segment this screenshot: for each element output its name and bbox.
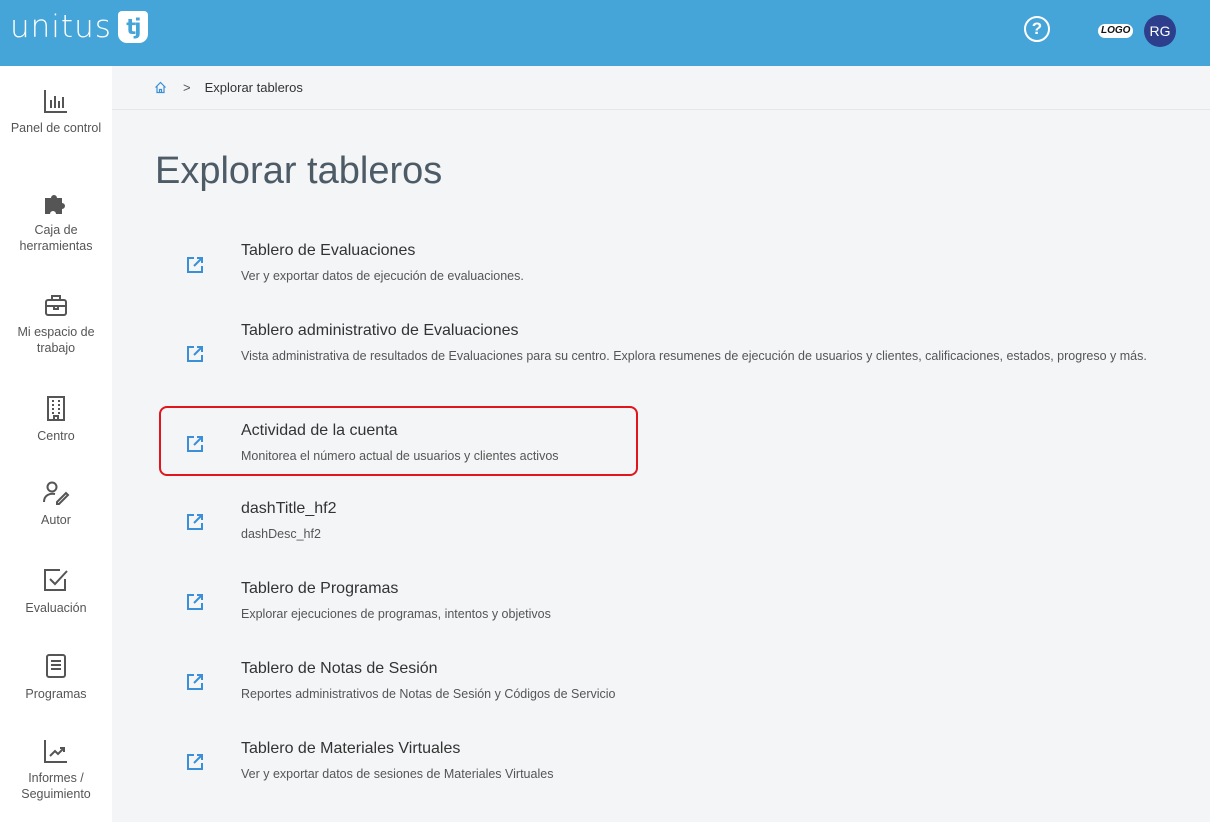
checkbox-icon: [44, 569, 68, 591]
sidebar-item-label: Panel de control: [10, 121, 102, 135]
dashboard-description: Ver y exportar datos de ejecución de eva…: [241, 269, 524, 283]
sidebar-item-panel-de-control[interactable]: Panel de control: [0, 88, 112, 136]
dashboard-description: Ver y exportar datos de sesiones de Mate…: [241, 767, 554, 781]
brand-logo: LOGO: [1098, 24, 1134, 38]
home-icon[interactable]: [154, 81, 167, 94]
sidebar-item-informes-seguimiento[interactable]: Informes / Seguimiento: [0, 738, 112, 802]
sidebar-item-label: Autor: [41, 513, 71, 527]
user-pen-icon: [43, 481, 70, 505]
sidebar-item-label: Programas: [25, 687, 87, 701]
external-link-icon: [187, 346, 203, 362]
breadcrumb-separator: >: [183, 80, 191, 95]
logo-text: unitus: [10, 9, 112, 45]
dashboard-title[interactable]: Tablero de Programas: [241, 580, 398, 598]
sidebar-item-mi-espacio-de-trabajo[interactable]: Mi espacio de trabajo: [0, 292, 112, 356]
bar-chart-icon: [44, 90, 67, 113]
building-icon: [47, 396, 65, 421]
external-link-icon: [187, 514, 203, 530]
dashboard-description: dashDesc_hf2: [241, 527, 321, 541]
puzzle-icon: [45, 195, 65, 214]
dashboard-description: Explorar ejecuciones de programas, inten…: [241, 607, 551, 621]
sidebar-item-evaluacion[interactable]: Evaluación: [0, 566, 112, 616]
help-icon[interactable]: ?: [1024, 16, 1050, 42]
logo-mark-text: tj: [126, 15, 141, 39]
dashboard-title[interactable]: dashTitle_hf2: [241, 500, 336, 518]
dashboard-title[interactable]: Tablero de Evaluaciones: [241, 242, 415, 260]
sidebar-item-label: Evaluación: [25, 601, 87, 615]
logo-mark-icon: tj: [117, 11, 148, 43]
sidebar-item-centro[interactable]: Centro: [0, 394, 112, 444]
help-glyph: ?: [1031, 19, 1043, 38]
dashboard-item[interactable]: Tablero de Notas de Sesión Reportes admi…: [160, 660, 1205, 704]
breadcrumb-current: Explorar tableros: [204, 80, 303, 95]
dashboard-item[interactable]: Tablero de Materiales Virtuales Ver y ex…: [160, 740, 1205, 784]
page-title: Explorar tableros: [155, 150, 443, 192]
external-link-icon: [187, 754, 203, 770]
dashboard-item[interactable]: Tablero de Programas Explorar ejecucione…: [160, 580, 1205, 624]
briefcase-icon: [45, 295, 67, 316]
sidebar-item-label: Caja de herramientas: [19, 223, 93, 253]
top-bar: unitus tj ? LOGO RG: [0, 0, 1210, 66]
highlight-box: [159, 406, 638, 476]
dashboard-title[interactable]: Tablero de Notas de Sesión: [241, 660, 438, 678]
sidebar-item-label: Centro: [37, 429, 75, 443]
dashboard-item[interactable]: Tablero administrativo de Evaluaciones V…: [160, 322, 1205, 386]
breadcrumb: > Explorar tableros: [112, 66, 1210, 110]
dashboard-item[interactable]: dashTitle_hf2 dashDesc_hf2: [160, 500, 1205, 544]
dashboard-description: Vista administrativa de resultados de Ev…: [241, 349, 1147, 363]
trend-chart-icon: [44, 740, 67, 763]
external-link-icon: [187, 674, 203, 690]
unitus-logo[interactable]: unitus tj: [10, 7, 148, 47]
sidebar-item-label: Mi espacio de trabajo: [17, 325, 95, 355]
avatar[interactable]: RG: [1144, 15, 1176, 47]
dashboard-title[interactable]: Tablero de Materiales Virtuales: [241, 740, 460, 758]
sidebar-item-autor[interactable]: Autor: [0, 480, 112, 528]
dashboard-title[interactable]: Tablero administrativo de Evaluaciones: [241, 322, 518, 340]
external-link-icon: [187, 594, 203, 610]
external-link-icon: [187, 257, 203, 273]
sidebar-item-label: Informes / Seguimiento: [21, 771, 91, 801]
dashboard-item[interactable]: Tablero de Evaluaciones Ver y exportar d…: [160, 242, 1205, 288]
sidebar: Panel de control Caja de herramientas Mi…: [0, 66, 112, 822]
document-icon: [46, 654, 66, 678]
dashboard-description: Reportes administrativos de Notas de Ses…: [241, 687, 616, 701]
sidebar-item-programas[interactable]: Programas: [0, 652, 112, 702]
sidebar-item-caja-de-herramientas[interactable]: Caja de herramientas: [0, 190, 112, 254]
